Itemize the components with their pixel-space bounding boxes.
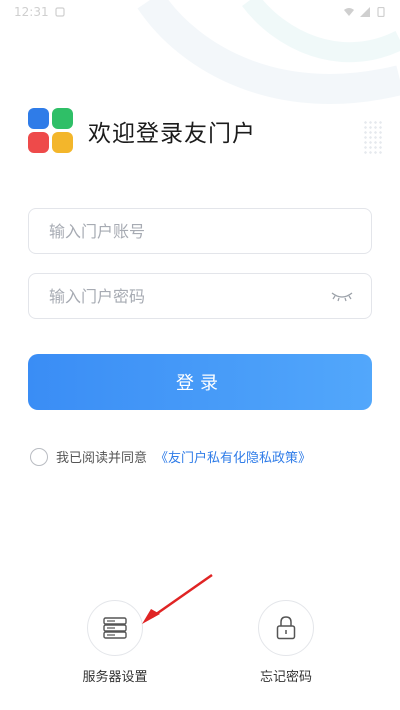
agreement-text: 我已阅读并同意 — [56, 451, 148, 466]
app-logo-icon — [28, 108, 74, 154]
server-settings-circle[interactable] — [87, 600, 143, 656]
forgot-password-label: 忘记密码 — [259, 670, 312, 685]
battery-icon — [377, 7, 385, 17]
notification-icon — [54, 7, 65, 17]
account-input[interactable] — [47, 220, 353, 242]
password-input[interactable] — [47, 285, 331, 307]
page-title: 欢迎登录友门户 — [88, 121, 256, 147]
eye-closed-icon[interactable] — [331, 290, 353, 302]
status-time: 12:31 — [14, 5, 49, 19]
agreement-row: 我已阅读并同意 《友门户私有化隐私政策》 — [30, 447, 311, 466]
password-field[interactable] — [28, 273, 372, 319]
privacy-policy-link[interactable]: 《友门户私有化隐私政策》 — [155, 447, 311, 466]
agreement-checkbox[interactable] — [30, 447, 48, 466]
dot-pattern-decoration — [363, 120, 383, 154]
server-settings-label: 服务器设置 — [82, 670, 148, 685]
account-field[interactable] — [28, 208, 372, 254]
forgot-password-circle[interactable] — [258, 600, 314, 656]
red-arrow-annotation — [142, 573, 213, 624]
signal-icon — [360, 7, 370, 17]
wifi-icon — [344, 8, 354, 16]
status-bar: 12:31 — [0, 0, 400, 24]
server-icon — [103, 617, 127, 639]
lock-icon — [276, 616, 296, 640]
login-button[interactable]: 登录 — [28, 354, 372, 410]
app-header: 欢迎登录友门户 — [28, 108, 256, 154]
forgot-password-button[interactable]: 忘记密码 — [246, 600, 326, 685]
